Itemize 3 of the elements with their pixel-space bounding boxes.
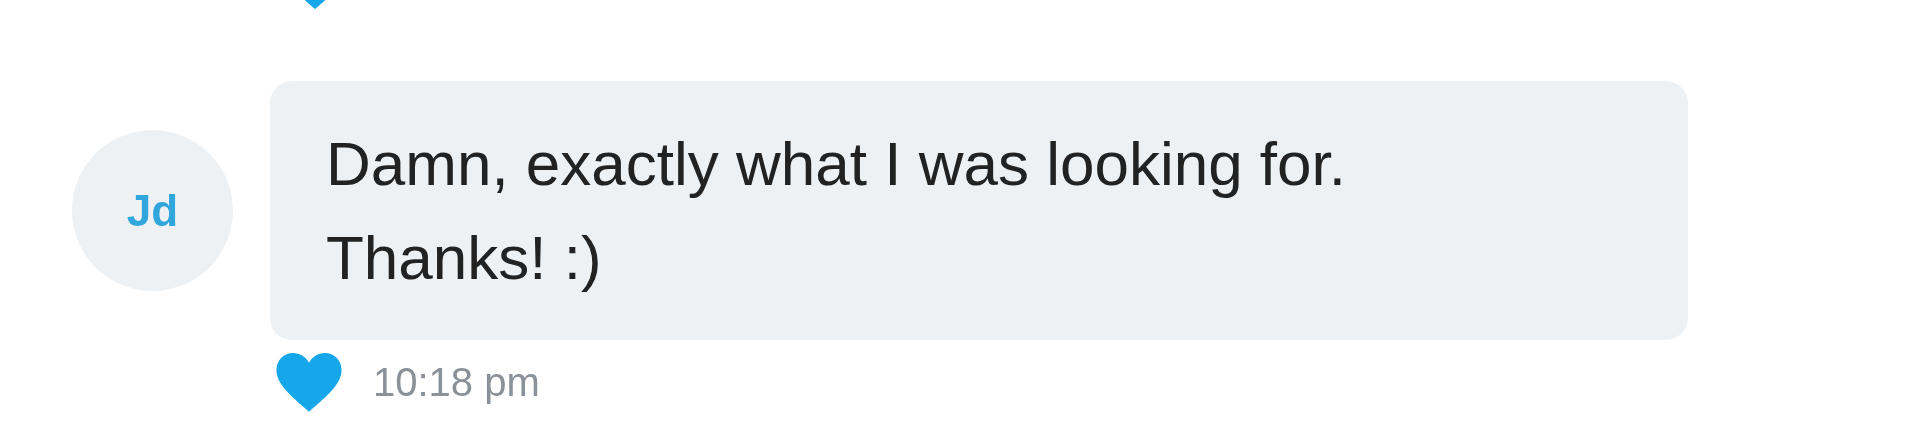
- avatar[interactable]: Jd: [72, 130, 233, 291]
- message-time: 10:18 pm: [373, 359, 540, 405]
- message-text: Damn, exactly what I was looking for. Thanks! :): [326, 127, 1347, 294]
